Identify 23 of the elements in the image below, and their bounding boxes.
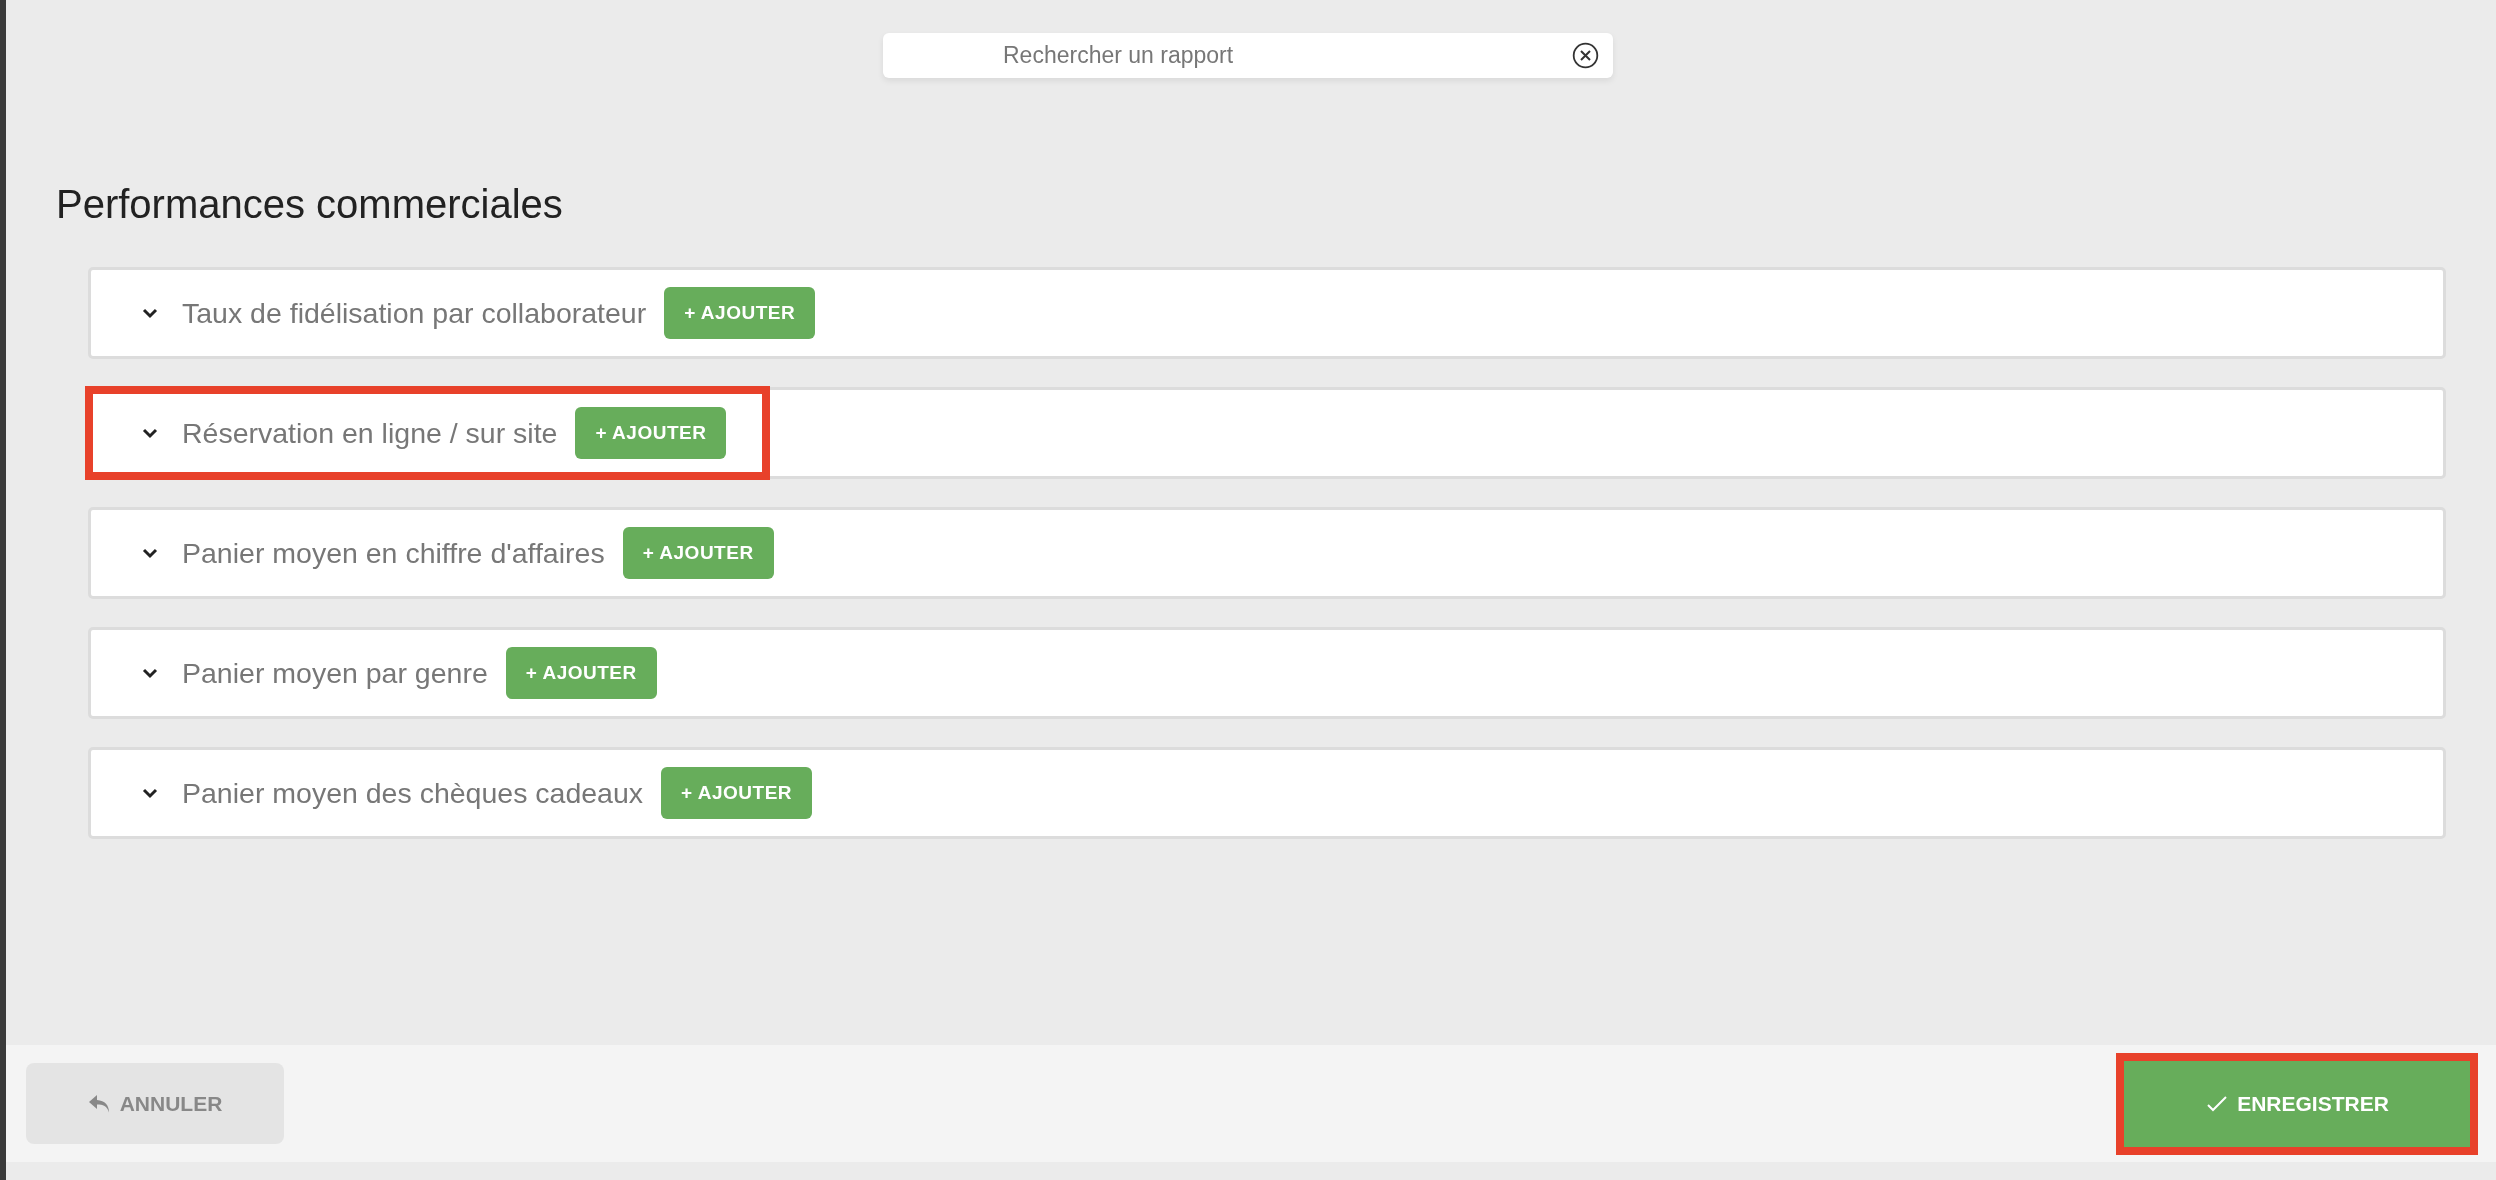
add-button[interactable]: + AJOUTER [664,287,816,339]
search-field[interactable]: Rechercher un rapport [883,33,1613,78]
report-row[interactable]: Panier moyen des chèques cadeaux + AJOUTER [88,747,2446,839]
report-row[interactable]: Panier moyen par genre + AJOUTER [88,627,2446,719]
add-button[interactable]: + AJOUTER [575,407,727,459]
section-title: Performances commerciales [56,182,564,227]
report-title: Taux de fidélisation par collaborateur [182,296,647,330]
report-title: Panier moyen par genre [182,656,488,690]
add-button[interactable]: + AJOUTER [661,767,813,819]
chevron-icon[interactable] [141,787,159,799]
add-button[interactable]: + AJOUTER [505,647,657,699]
clear-icon[interactable] [1572,42,1599,69]
report-row[interactable]: Taux de fidélisation par collaborateur + AJOUTER [88,267,2446,359]
chevron-icon[interactable] [141,427,159,439]
report-row[interactable]: Réservation en ligne / sur site + AJOUTER [88,387,2446,479]
report-title: Réservation en ligne / sur site [182,416,558,450]
report-row[interactable]: Panier moyen en chiffre d'affaires + AJOUTER [88,507,2446,599]
report-title: Panier moyen des chèques cadeaux [182,776,644,810]
chevron-icon[interactable] [141,307,159,319]
chevron-icon[interactable] [141,667,159,679]
report-title: Panier moyen en chiffre d'affaires [182,536,605,570]
add-button[interactable]: + AJOUTER [622,527,774,579]
chevron-icon[interactable] [141,547,159,559]
